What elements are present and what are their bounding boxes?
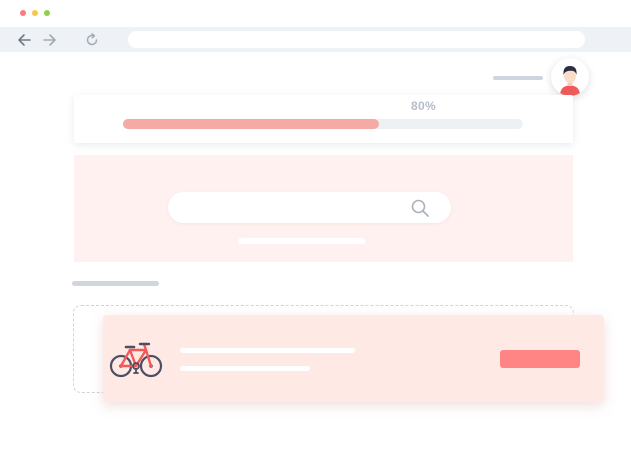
- window-minimize-button[interactable]: [32, 10, 38, 16]
- user-name-placeholder: [493, 76, 543, 80]
- arrow-left-icon: [18, 34, 31, 46]
- search-input[interactable]: [168, 192, 451, 223]
- search-button[interactable]: [410, 198, 430, 218]
- reload-icon: [86, 33, 98, 46]
- progress-percent-label: 80%: [411, 99, 436, 113]
- window-maximize-button[interactable]: [44, 10, 50, 16]
- window-close-button[interactable]: [20, 10, 26, 16]
- progress-bar-fill: [123, 119, 379, 129]
- search-hint-placeholder: [238, 238, 365, 244]
- forward-button[interactable]: [41, 31, 59, 49]
- arrow-right-icon: [43, 34, 56, 46]
- item-title-placeholder: [180, 348, 355, 353]
- item-subtitle-placeholder: [180, 366, 310, 371]
- section-title-placeholder: [72, 281, 159, 286]
- url-bar[interactable]: [128, 31, 585, 48]
- reload-button[interactable]: [83, 31, 101, 49]
- progress-bar: [123, 119, 523, 129]
- item-action-button[interactable]: [500, 350, 580, 368]
- search-icon: [411, 199, 429, 217]
- user-avatar-icon: [560, 66, 580, 96]
- product-thumbnail: [108, 339, 164, 379]
- bicycle-icon: [109, 342, 163, 378]
- user-avatar[interactable]: [551, 58, 589, 96]
- back-button[interactable]: [15, 31, 33, 49]
